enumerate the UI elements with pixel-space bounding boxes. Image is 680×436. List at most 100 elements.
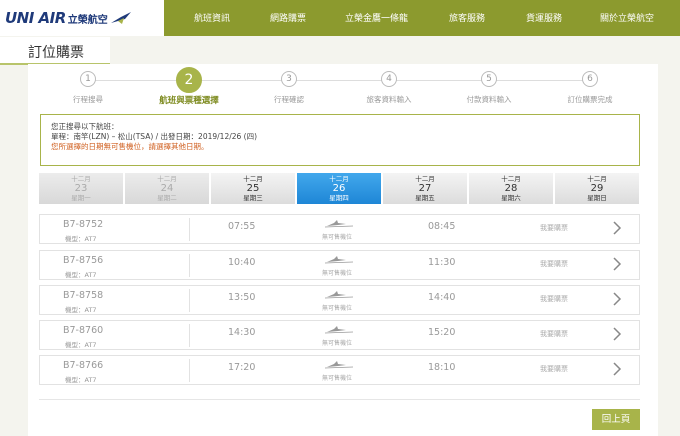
page-title: 訂位購票 (28, 45, 84, 61)
header: UNI AIR 立榮航空 航班資訊 網路購票 立榮金鷹一條龍 旅客服務 貨運服務… (0, 0, 680, 36)
date-month: 十二月 (243, 175, 263, 183)
date-day: 25 (246, 183, 260, 194)
notice-route: 單程：南竿(LZN) – 松山(TSA) / 出發日期：2019/12/26 (… (51, 132, 258, 141)
date-day: 29 (590, 183, 604, 194)
aircraft-model: 機型：AT7 (65, 271, 97, 279)
date-tab-28[interactable]: 十二月 28 星期六 (469, 173, 554, 204)
seat-status: 無可售機位 (322, 375, 353, 382)
plane-icon (324, 220, 354, 228)
buy-ticket-label: 我要購票 (540, 224, 568, 232)
buy-ticket-label: 我要購票 (540, 295, 568, 303)
chevron-right-icon (613, 327, 622, 341)
row-divider (189, 324, 190, 347)
flight-number: B7-8760 (63, 325, 104, 336)
step-2-label: 航班與票種選擇 (159, 96, 219, 106)
arrival-time: 18:10 (428, 362, 456, 373)
step-2-circle: 2 (176, 67, 202, 93)
seat-status: 無可售機位 (322, 270, 353, 277)
date-day: 26 (332, 183, 346, 194)
nav-about-uniair[interactable]: 關於立榮航空 (600, 11, 654, 24)
logo-text: UNI AIR (5, 9, 66, 27)
flight-row[interactable]: B7-8758 機型：AT7 13:50 無可售機位 14:40 我要購票 (39, 285, 640, 315)
date-month: 十二月 (587, 175, 607, 183)
step-5-label: 付款資料輸入 (466, 95, 512, 104)
flight-number: B7-8758 (63, 290, 104, 301)
back-button[interactable]: 回上頁 (592, 409, 640, 430)
nav-cargo-service[interactable]: 貨運服務 (526, 11, 562, 24)
step-4-circle: 4 (381, 71, 397, 87)
date-day: 27 (418, 183, 432, 194)
search-notice: 您正搜尋以下航班： 單程：南竿(LZN) – 松山(TSA) / 出發日期：20… (40, 114, 640, 166)
date-month: 十二月 (501, 175, 521, 183)
logo-chinese-name: 立榮航空 (67, 14, 108, 26)
date-weekday: 星期三 (243, 194, 263, 202)
date-tab-29[interactable]: 十二月 29 星期日 (555, 173, 640, 204)
date-weekday: 星期日 (587, 194, 607, 202)
date-month: 十二月 (329, 175, 349, 183)
date-day: 28 (504, 183, 518, 194)
departure-time: 13:50 (228, 292, 256, 303)
chevron-right-icon (613, 257, 622, 271)
date-weekday: 星期四 (329, 194, 349, 202)
departure-time: 10:40 (228, 257, 256, 268)
date-weekday: 星期五 (415, 194, 435, 202)
flight-row[interactable]: B7-8756 機型：AT7 10:40 無可售機位 11:30 我要購票 (39, 250, 640, 280)
row-divider (189, 218, 190, 241)
flight-row[interactable]: B7-8766 機型：AT7 17:20 無可售機位 18:10 我要購票 (39, 355, 640, 385)
arrival-time: 15:20 (428, 327, 456, 338)
arrival-time: 11:30 (428, 257, 456, 268)
aircraft-model: 機型：AT7 (65, 376, 97, 384)
row-divider (189, 289, 190, 312)
date-tab-23: 十二月 23 星期一 (39, 173, 124, 204)
uni-air-logo[interactable]: UNI AIR 立榮航空 (5, 7, 132, 29)
step-1-circle: 1 (80, 71, 96, 87)
buy-ticket-label: 我要購票 (540, 330, 568, 338)
nav-golden-eagle[interactable]: 立榮金鷹一條龍 (345, 11, 408, 24)
flight-number: B7-8756 (63, 255, 104, 266)
arrival-time: 08:45 (428, 221, 456, 232)
buy-ticket-label: 我要購票 (540, 365, 568, 373)
flight-row[interactable]: B7-8752 機型：AT7 07:55 無可售機位 08:45 我要購票 (39, 214, 640, 244)
divider (39, 399, 640, 400)
date-tab-24: 十二月 24 星期二 (125, 173, 210, 204)
chevron-right-icon (613, 221, 622, 235)
nav-passenger-service[interactable]: 旅客服務 (449, 11, 485, 24)
step-6-label: 訂位購票完成 (567, 95, 613, 104)
date-tab-26-selected[interactable]: 十二月 26 星期四 (297, 173, 382, 204)
date-day: 24 (160, 183, 174, 194)
step-3-circle: 3 (281, 71, 297, 87)
date-weekday: 星期六 (501, 194, 521, 202)
departure-time: 14:30 (228, 327, 256, 338)
nav-flight-info[interactable]: 航班資訊 (194, 11, 230, 24)
arrival-time: 14:40 (428, 292, 456, 303)
plane-icon (324, 326, 354, 334)
date-weekday: 星期一 (71, 194, 91, 202)
plane-icon (324, 361, 354, 369)
departure-time: 07:55 (228, 221, 256, 232)
nav-online-booking[interactable]: 網路購票 (270, 11, 306, 24)
date-tab-25[interactable]: 十二月 25 星期三 (211, 173, 296, 204)
flight-number: B7-8752 (63, 219, 104, 230)
aircraft-model: 機型：AT7 (65, 341, 97, 349)
date-tab-27[interactable]: 十二月 27 星期五 (383, 173, 468, 204)
seat-status: 無可售機位 (322, 234, 353, 241)
flight-row[interactable]: B7-8760 機型：AT7 14:30 無可售機位 15:20 我要購票 (39, 320, 640, 350)
row-divider (189, 359, 190, 382)
step-3-label: 行程確認 (274, 95, 304, 104)
flight-number: B7-8766 (63, 360, 104, 371)
plane-icon (324, 291, 354, 299)
departure-time: 17:20 (228, 362, 256, 373)
aircraft-model: 機型：AT7 (65, 306, 97, 314)
date-weekday: 星期二 (157, 194, 177, 202)
date-month: 十二月 (157, 175, 177, 183)
date-month: 十二月 (71, 175, 91, 183)
step-4-label: 旅客資料輸入 (366, 95, 412, 104)
bird-logo-icon (110, 12, 131, 24)
step-5-circle: 5 (481, 71, 497, 87)
date-month: 十二月 (415, 175, 435, 183)
seat-status: 無可售機位 (322, 340, 353, 347)
step-1-label: 行程搜尋 (73, 95, 103, 104)
page-title-box: 訂位購票 (0, 37, 110, 65)
plane-icon (324, 256, 354, 264)
notice-warning: 您所選擇的日期無可售機位，請選擇其他日期。 (51, 142, 209, 151)
